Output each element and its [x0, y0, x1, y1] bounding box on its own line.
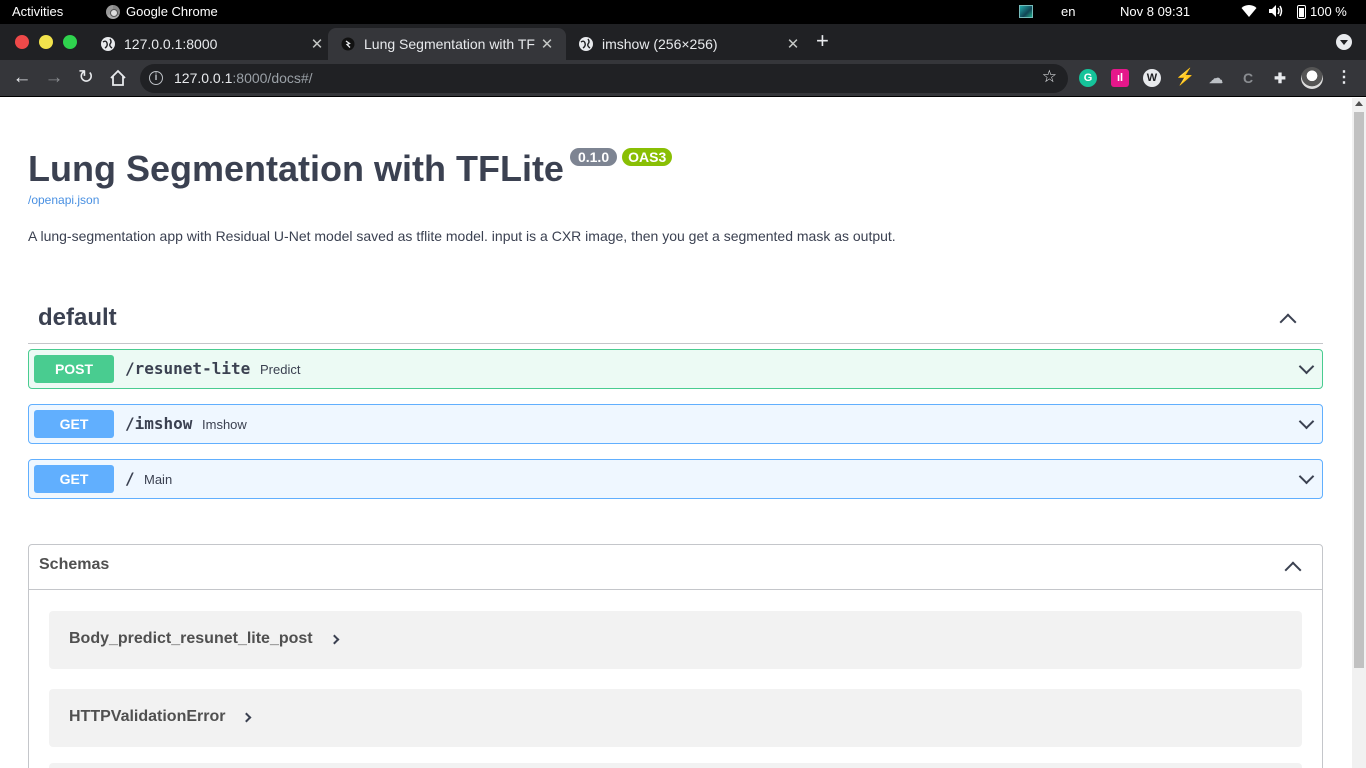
chevron-down-icon	[1298, 413, 1315, 430]
tab-strip: 127.0.0.1:8000 ✕ Lung Segmentation with …	[0, 24, 1366, 60]
tab-imshow[interactable]: imshow (256×256) ✕	[566, 28, 804, 60]
battery-indicator[interactable]: 100 %	[1297, 4, 1347, 19]
tray-app-icon[interactable]	[1019, 5, 1033, 18]
forward-icon[interactable]: →	[43, 67, 65, 89]
api-description: A lung-segmentation app with Residual U-…	[28, 228, 896, 244]
globe-icon	[578, 36, 594, 52]
app-menu[interactable]: Google Chrome	[106, 4, 218, 19]
method-badge: POST	[34, 355, 114, 383]
page-scrollbar[interactable]	[1352, 98, 1366, 768]
input-language[interactable]: en	[1061, 4, 1075, 19]
system-top-bar: Activities Google Chrome en Nov 8 09:31 …	[0, 0, 1366, 24]
chevron-up-icon	[1279, 313, 1297, 331]
method-badge: GET	[34, 465, 114, 493]
new-tab-icon[interactable]: +	[816, 28, 829, 54]
profile-avatar[interactable]	[1301, 67, 1323, 89]
chevron-up-icon	[1284, 561, 1302, 579]
tab-title: 127.0.0.1:8000	[124, 36, 218, 52]
bookmark-star-icon[interactable]: ☆	[1042, 67, 1057, 87]
schemas-title: Schemas	[39, 556, 110, 573]
schemas-section: Schemas Body_predict_resunet_lite_post H…	[28, 544, 1323, 768]
version-badge: 0.1.0	[569, 148, 618, 166]
clock[interactable]: Nov 8 09:31	[1120, 4, 1190, 19]
home-icon[interactable]	[107, 67, 129, 89]
oas-badge: OAS3	[622, 148, 673, 166]
url-path: :8000/docs#/	[232, 70, 313, 86]
extensions-puzzle-icon[interactable]: ✚	[1271, 69, 1289, 87]
chrome-menu-icon[interactable]: ⋮	[1335, 69, 1353, 87]
operation-path: /resunet-lite	[125, 359, 251, 378]
operation-summary: Main	[144, 472, 173, 487]
swagger-page: Lung Segmentation with TFLite 0.1.0 OAS3…	[0, 98, 1352, 768]
address-bar[interactable]: i 127.0.0.1:8000/docs#/ ☆	[140, 64, 1068, 93]
schemas-header[interactable]: Schemas	[29, 545, 1322, 590]
openapi-json-link[interactable]: /openapi.json	[28, 193, 99, 207]
tab-localhost[interactable]: 127.0.0.1:8000 ✕	[88, 28, 328, 60]
operation-path: /imshow	[125, 414, 193, 433]
swagger-icon	[340, 36, 356, 52]
extension-cloud-icon[interactable]: ☁	[1207, 69, 1225, 87]
reload-icon[interactable]: ↻	[75, 67, 97, 89]
extension-w-icon[interactable]: W	[1143, 69, 1161, 87]
maximize-window-button[interactable]	[63, 35, 77, 49]
browser-toolbar: ← → ↻ i 127.0.0.1:8000/docs#/ ☆	[0, 60, 1366, 97]
schema-item[interactable]: Body_predict_resunet_lite_post	[49, 611, 1302, 669]
globe-icon	[100, 36, 116, 52]
tab-title: Lung Segmentation with TFLite - Swagger …	[364, 36, 536, 52]
chevron-right-icon	[241, 712, 252, 723]
close-tab-icon[interactable]: ✕	[306, 35, 328, 53]
scroll-up-icon[interactable]	[1355, 101, 1363, 106]
page-title: Lung Segmentation with TFLite	[28, 148, 564, 189]
app-name: Google Chrome	[126, 4, 218, 19]
close-window-button[interactable]	[15, 35, 29, 49]
schema-name: HTTPValidationError	[69, 708, 226, 725]
operation-summary: Imshow	[202, 417, 247, 432]
tag-default-header[interactable]: default	[28, 298, 1323, 344]
chevron-down-icon	[1298, 468, 1315, 485]
operation-path: /	[125, 469, 135, 488]
operation-post-resunet-lite[interactable]: POST /resunet-lite Predict	[28, 349, 1323, 389]
tag-name: default	[38, 304, 117, 331]
volume-icon[interactable]	[1268, 4, 1284, 21]
tab-title: imshow (256×256)	[602, 36, 718, 52]
tab-search-icon[interactable]	[1336, 34, 1352, 50]
chevron-down-icon	[1298, 358, 1315, 375]
close-tab-icon[interactable]: ✕	[782, 35, 804, 53]
tab-swagger-docs[interactable]: Lung Segmentation with TFLite - Swagger …	[328, 28, 566, 60]
operation-summary: Predict	[260, 362, 301, 377]
battery-level: 100 %	[1310, 4, 1347, 19]
activities-button[interactable]: Activities	[12, 4, 63, 19]
battery-icon	[1297, 4, 1306, 19]
chrome-icon	[106, 4, 120, 19]
grammarly-icon[interactable]: G	[1079, 69, 1097, 87]
api-title-row: Lung Segmentation with TFLite 0.1.0 OAS3	[28, 148, 673, 190]
minimize-window-button[interactable]	[39, 35, 53, 49]
operation-get-imshow[interactable]: GET /imshow Imshow	[28, 404, 1323, 444]
url-host: 127.0.0.1	[174, 70, 233, 86]
chevron-right-icon	[329, 634, 340, 645]
lightning-icon[interactable]: ⚡	[1175, 69, 1195, 87]
method-badge: GET	[34, 410, 114, 438]
extension-tracker-icon[interactable]: ıl	[1111, 69, 1129, 87]
close-tab-icon[interactable]: ✕	[536, 35, 558, 53]
schema-name: Body_predict_resunet_lite_post	[69, 630, 313, 647]
site-info-icon[interactable]: i	[149, 71, 163, 85]
operation-get-main[interactable]: GET / Main	[28, 459, 1323, 499]
url-text: 127.0.0.1:8000/docs#/	[174, 70, 313, 86]
schema-item[interactable]	[49, 763, 1302, 768]
schema-item[interactable]: HTTPValidationError	[49, 689, 1302, 747]
back-icon[interactable]: ←	[11, 67, 33, 89]
extension-c-icon[interactable]: C	[1239, 69, 1257, 87]
wifi-icon[interactable]	[1241, 4, 1257, 21]
scrollbar-thumb[interactable]	[1354, 112, 1364, 668]
